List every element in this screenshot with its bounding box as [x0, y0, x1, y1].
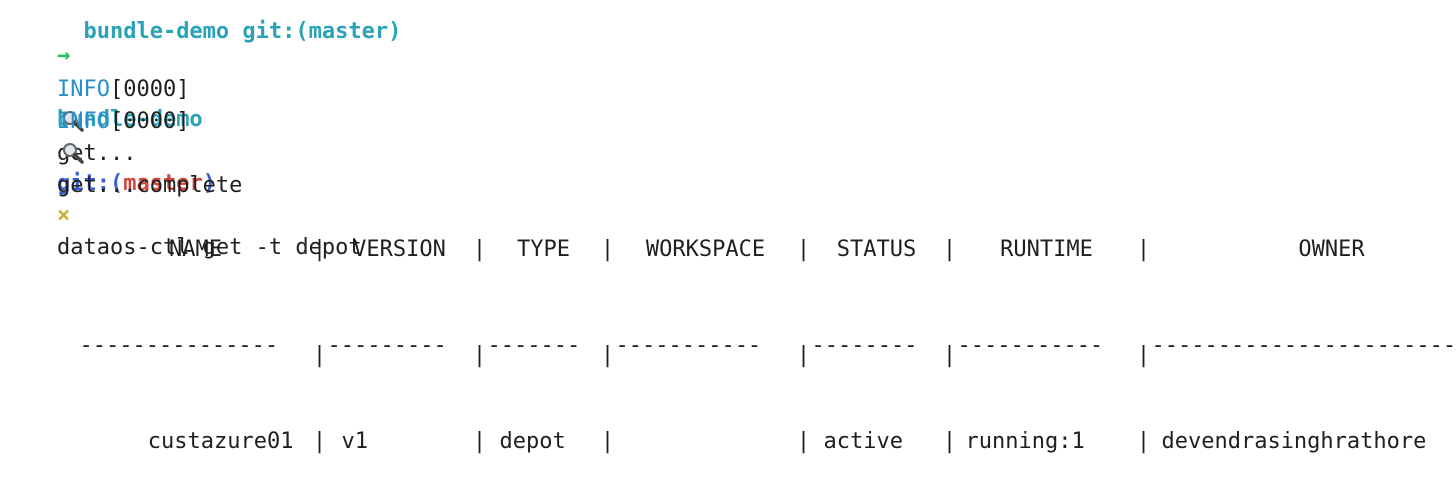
column-divider: | — [942, 429, 957, 454]
column-divider: | — [796, 237, 811, 262]
separator-segment: --------------- — [79, 333, 279, 358]
cell-name: custazure01 — [147, 429, 294, 454]
table-header-row: NAME | VERSION | TYPE | WORKSPACE | STATUS | RUNTI… — [0, 202, 1456, 262]
cell-type: depot — [499, 429, 566, 454]
column-divider: | — [942, 343, 957, 368]
header-runtime: RUNTIME — [1000, 237, 1093, 262]
separator-segment: ----------- — [957, 333, 1104, 358]
command-prompt[interactable]: → bundle-demo git:(master) × dataos-ctl … — [4, 8, 362, 260]
column-divider: | — [1136, 429, 1151, 454]
column-divider: | — [796, 343, 811, 368]
column-divider: | — [312, 343, 327, 368]
column-divider: | — [312, 237, 327, 262]
column-divider: | — [600, 343, 615, 368]
table-separator: --------------- |--------- |------- |------… — [0, 298, 1456, 368]
header-owner: OWNER — [1298, 237, 1365, 262]
cell-status: active — [823, 429, 903, 454]
separator-segment: ----------------------- — [1151, 333, 1456, 358]
column-divider: | — [600, 429, 615, 454]
log-code: [0000] — [109, 109, 190, 134]
separator-segment: -------- — [811, 333, 918, 358]
column-divider: | — [312, 429, 327, 454]
column-divider: | — [472, 343, 487, 368]
table-row: custazure01 | v1 | depot | | active | running:1 | d… — [0, 394, 1456, 454]
log-line: INFO[0000] get...complete — [4, 74, 242, 198]
separator-segment: ----------- — [615, 333, 762, 358]
cell-owner: devendrasinghrathore — [1161, 429, 1427, 454]
cell-runtime: running:1 — [965, 429, 1085, 454]
separator-segment: --------- — [327, 333, 447, 358]
column-divider: | — [472, 429, 487, 454]
separator-segment: ------- — [487, 333, 581, 358]
column-divider: | — [796, 429, 811, 454]
column-divider: | — [1136, 237, 1151, 262]
column-divider: | — [1136, 343, 1151, 368]
header-type: TYPE — [516, 237, 570, 262]
log-line: INFO[0000] get... — [4, 42, 189, 166]
header-status: STATUS — [836, 237, 917, 262]
header-version: VERSION — [353, 237, 446, 262]
result-table: NAME | VERSION | TYPE | WORKSPACE | STATUS | RUNTI… — [0, 138, 1456, 490]
column-divider: | — [942, 237, 957, 262]
column-divider: | — [600, 237, 615, 262]
column-divider: | — [472, 237, 487, 262]
cell-version: v1 — [341, 429, 368, 454]
header-workspace: WORKSPACE — [645, 237, 766, 262]
header-name: NAME — [168, 237, 222, 262]
log-level: INFO — [56, 109, 110, 134]
